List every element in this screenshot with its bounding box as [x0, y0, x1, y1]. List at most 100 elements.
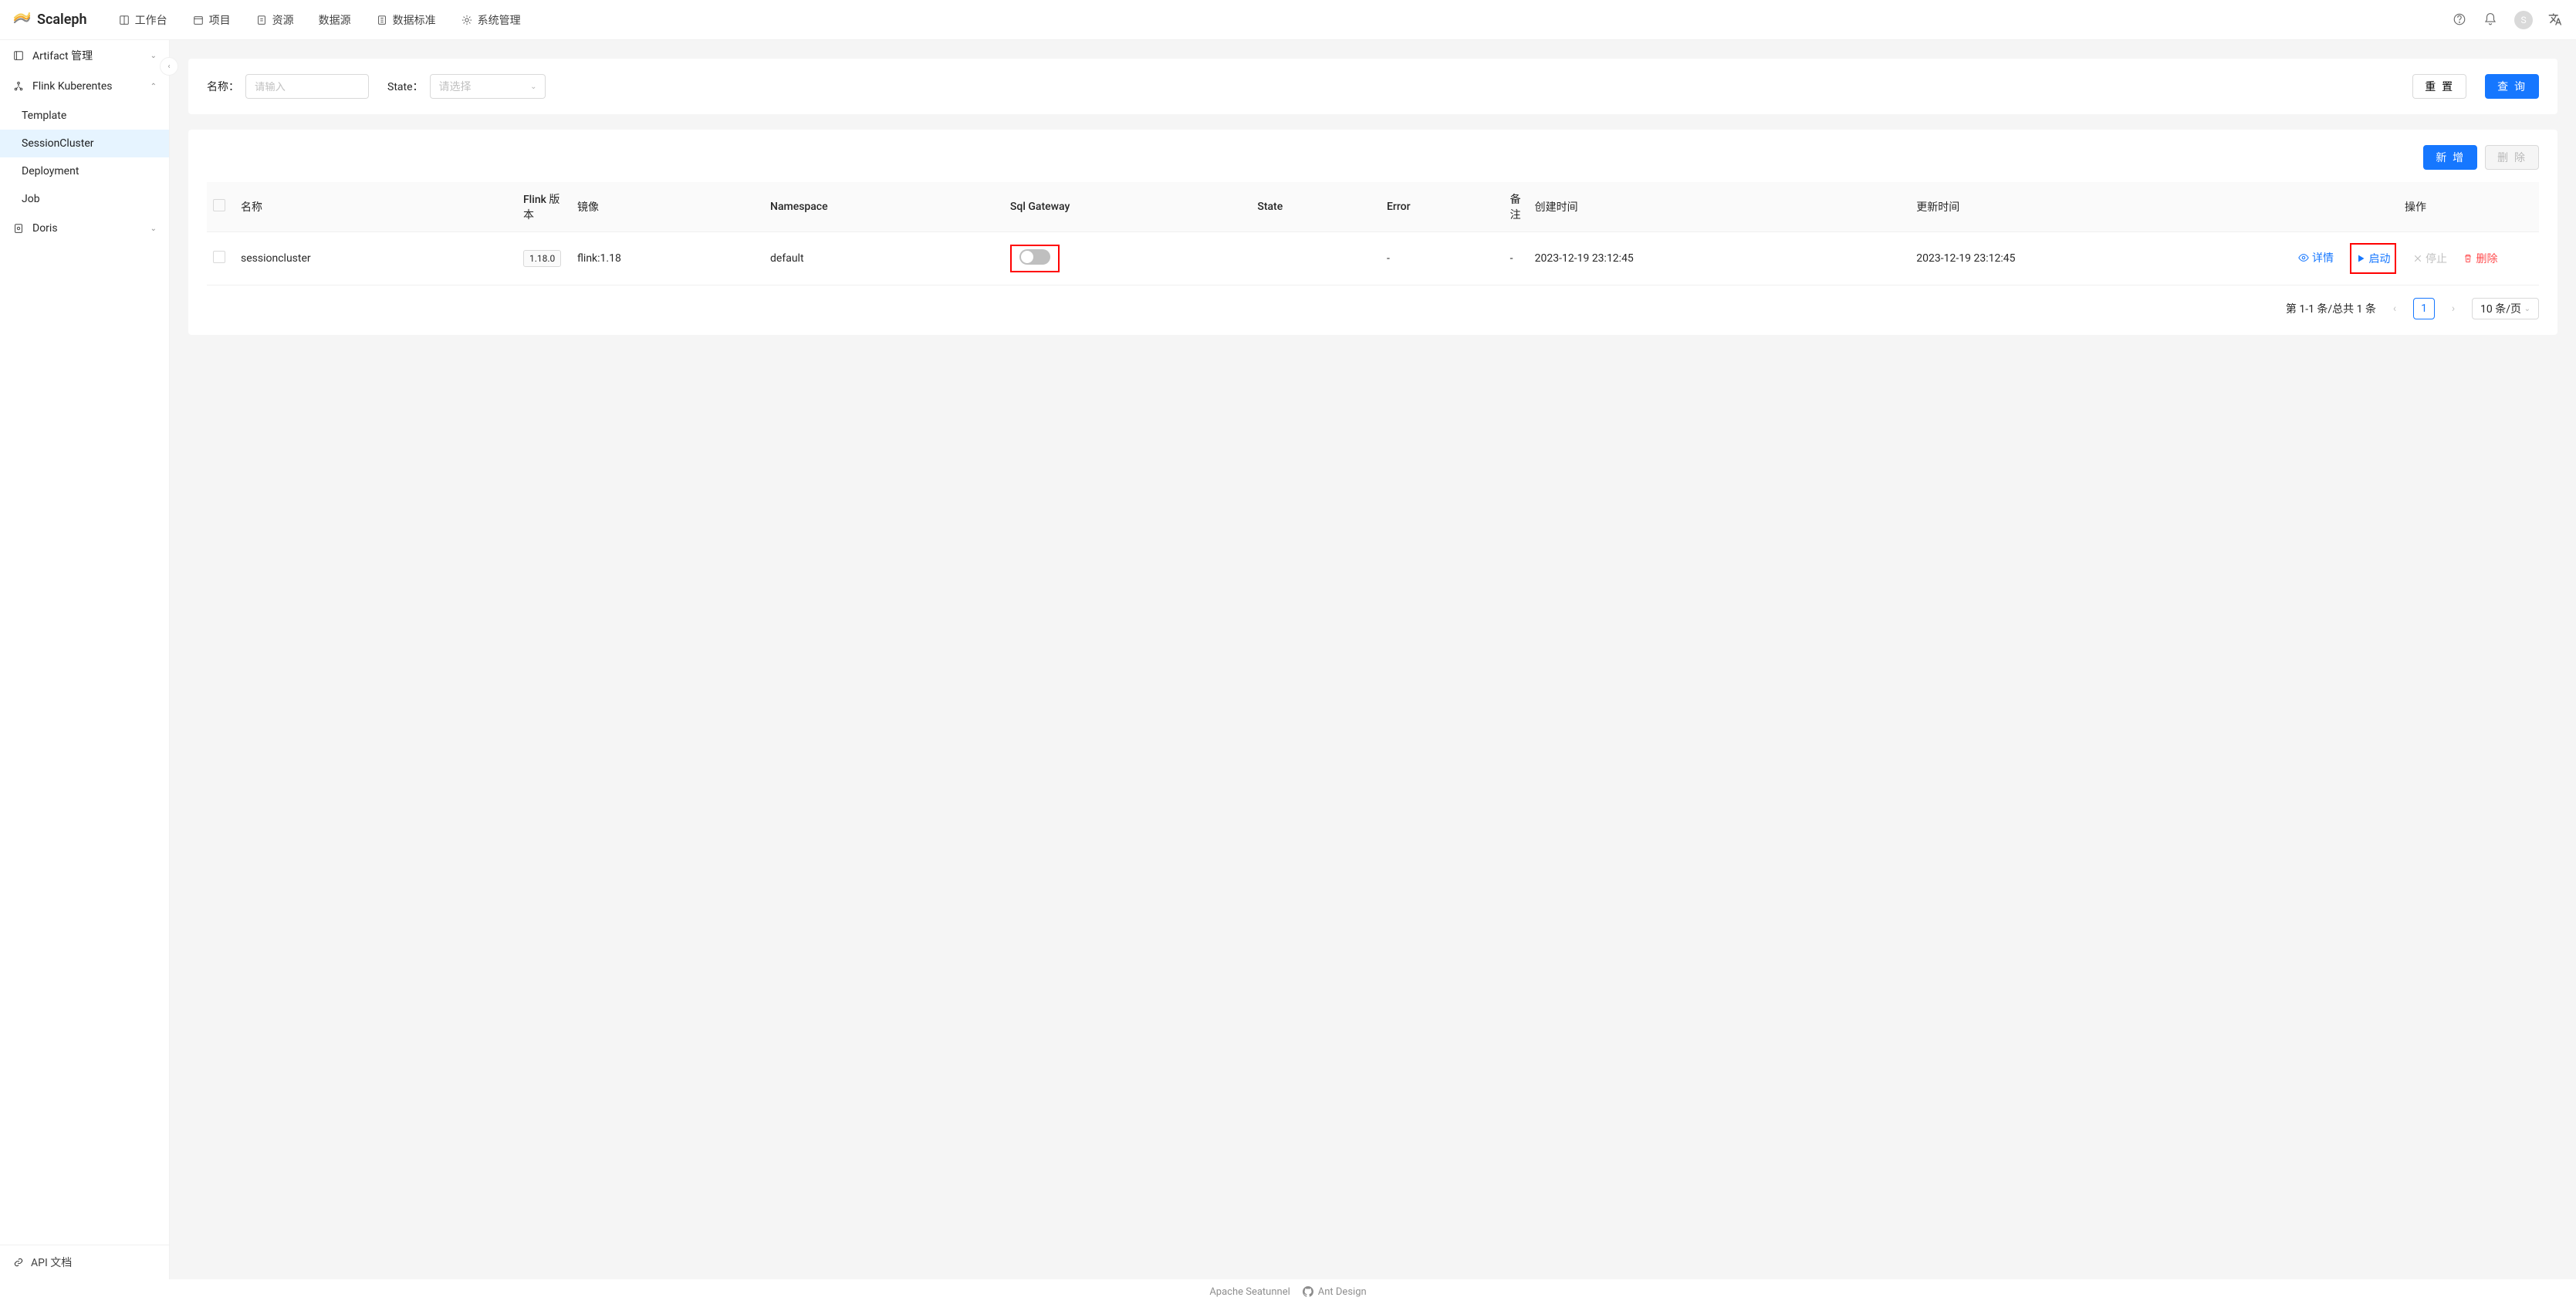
- highlight-start: 启动: [2350, 243, 2396, 274]
- version-tag: 1.18.0: [523, 250, 561, 267]
- query-button[interactable]: 查 询: [2485, 74, 2539, 99]
- form-field-state: State： 请选择 ⌄: [387, 74, 546, 99]
- nav-datastandard[interactable]: 数据标准: [376, 12, 436, 28]
- chevron-down-icon: ⌄: [530, 83, 536, 91]
- sql-gateway-switch[interactable]: [1019, 249, 1050, 265]
- add-button[interactable]: 新 增: [2423, 145, 2477, 170]
- nav-sysadmin[interactable]: 系统管理: [461, 12, 521, 28]
- th-name: 名称: [235, 182, 517, 232]
- th-error: Error: [1381, 182, 1504, 232]
- app-name: Scaleph: [37, 12, 87, 28]
- sidebar-collapse-button[interactable]: ‹: [160, 57, 178, 76]
- avatar[interactable]: S: [2514, 11, 2533, 29]
- state-placeholder: 请选择: [439, 79, 472, 94]
- nav-label: 数据标准: [393, 12, 436, 28]
- delete-icon: [2463, 254, 2473, 263]
- doris-icon: [12, 222, 25, 235]
- cell-create-time: 2023-12-19 23:12:45: [1529, 232, 1911, 285]
- name-label: 名称：: [207, 79, 239, 94]
- workbench-icon: [118, 14, 130, 26]
- footer-antd[interactable]: Ant Design: [1303, 1286, 1367, 1298]
- actions-cell: 详情 启动 停止: [2292, 232, 2539, 285]
- nav-label: 资源: [272, 12, 294, 28]
- language-icon[interactable]: [2548, 12, 2564, 28]
- cell-name: sessioncluster: [235, 232, 517, 285]
- link-icon: [12, 1256, 25, 1269]
- footer-antd-label: Ant Design: [1318, 1286, 1367, 1298]
- page-size-label: 10 条/页: [2480, 301, 2521, 316]
- close-icon: [2413, 254, 2422, 263]
- prev-page[interactable]: ‹: [2384, 298, 2405, 319]
- cluster-icon: [12, 80, 25, 93]
- menu-title-artifact[interactable]: Artifact 管理 ⌄: [0, 40, 169, 71]
- stop-label: 停止: [2426, 251, 2447, 266]
- cell-namespace: default: [764, 232, 1004, 285]
- start-label: 启动: [2368, 251, 2390, 266]
- th-sqlgateway: Sql Gateway: [1004, 182, 1251, 232]
- api-doc-label: API 文档: [31, 1255, 72, 1270]
- pagination: 第 1-1 条/总共 1 条 ‹ 1 › 10 条/页 ⌄: [207, 298, 2539, 319]
- state-select[interactable]: 请选择 ⌄: [430, 74, 546, 99]
- th-remark: 备注: [1504, 182, 1529, 232]
- footer: Apache Seatunnel Ant Design: [0, 1279, 2576, 1304]
- chevron-down-icon: ⌄: [150, 52, 157, 60]
- content-card: 新 增 删 除 名称 Flink 版本 镜像 Namespace Sql Gat…: [188, 130, 2557, 335]
- footer-seatunnel[interactable]: Apache Seatunnel: [1209, 1286, 1290, 1298]
- help-icon[interactable]: [2453, 12, 2468, 28]
- next-page[interactable]: ›: [2442, 298, 2464, 319]
- stop-action[interactable]: 停止: [2413, 251, 2447, 266]
- sidebar-item-deployment[interactable]: Deployment: [0, 157, 169, 185]
- cell-error: -: [1381, 232, 1504, 285]
- artifact-icon: [12, 49, 25, 62]
- cell-state: [1251, 232, 1381, 285]
- cell-update-time: 2023-12-19 23:12:45: [1910, 232, 2292, 285]
- start-action[interactable]: 启动: [2356, 251, 2390, 266]
- page-size-select[interactable]: 10 条/页 ⌄: [2472, 298, 2539, 319]
- delete-label: 删除: [2476, 251, 2497, 266]
- nav-label: 系统管理: [478, 12, 521, 28]
- th-create-time: 创建时间: [1529, 182, 1911, 232]
- project-icon: [192, 14, 205, 26]
- delete-action[interactable]: 删除: [2463, 251, 2497, 266]
- table-row: sessioncluster 1.18.0 flink:1.18 default…: [207, 232, 2539, 285]
- th-state: State: [1251, 182, 1381, 232]
- menu-title-doris[interactable]: Doris ⌄: [0, 213, 169, 244]
- search-bar: 名称： State： 请选择 ⌄ 重 置 查 询: [188, 59, 2557, 114]
- highlight-sqlgateway: [1010, 245, 1060, 272]
- sidebar: ‹ Artifact 管理 ⌄ Flink Kuberentes ⌃ Templ…: [0, 40, 170, 1279]
- eye-icon: [2298, 252, 2309, 263]
- menu-label: Doris: [32, 222, 143, 235]
- detail-label: 详情: [2312, 250, 2334, 265]
- nav-resource[interactable]: 资源: [255, 12, 294, 28]
- select-all-checkbox[interactable]: [213, 199, 225, 211]
- menu-label: Flink Kuberentes: [32, 80, 143, 93]
- nav-label: 项目: [209, 12, 231, 28]
- top-header: Scaleph 工作台 项目 资源 数据源 数据标准 系统管理 S: [0, 0, 2576, 40]
- datastandard-icon: [376, 14, 388, 26]
- batch-delete-button[interactable]: 删 除: [2485, 145, 2539, 170]
- main-content: 名称： State： 请选择 ⌄ 重 置 查 询 新 增 删 除: [170, 40, 2576, 1279]
- nav-label: 数据源: [319, 12, 351, 28]
- notification-icon[interactable]: [2483, 12, 2499, 28]
- nav-datasource[interactable]: 数据源: [319, 12, 351, 28]
- name-input[interactable]: [245, 74, 369, 99]
- row-checkbox[interactable]: [213, 251, 225, 263]
- sidebar-item-template[interactable]: Template: [0, 102, 169, 130]
- detail-action[interactable]: 详情: [2298, 250, 2334, 265]
- nav-label: 工作台: [135, 12, 167, 28]
- page-number[interactable]: 1: [2413, 298, 2435, 319]
- sidebar-item-job[interactable]: Job: [0, 185, 169, 213]
- sidebar-item-sessioncluster[interactable]: SessionCluster: [0, 130, 169, 157]
- menu-title-flink[interactable]: Flink Kuberentes ⌃: [0, 71, 169, 102]
- reset-button[interactable]: 重 置: [2412, 74, 2466, 99]
- github-icon: [1303, 1286, 1313, 1297]
- settings-icon: [461, 14, 473, 26]
- logo-area[interactable]: Scaleph: [12, 11, 87, 29]
- sidebar-footer-api-doc[interactable]: API 文档: [0, 1245, 169, 1279]
- nav-workbench[interactable]: 工作台: [118, 12, 167, 28]
- resource-icon: [255, 14, 268, 26]
- pagination-summary: 第 1-1 条/总共 1 条: [2286, 301, 2376, 316]
- nav-project[interactable]: 项目: [192, 12, 231, 28]
- th-update-time: 更新时间: [1910, 182, 2292, 232]
- cell-remark: -: [1504, 232, 1529, 285]
